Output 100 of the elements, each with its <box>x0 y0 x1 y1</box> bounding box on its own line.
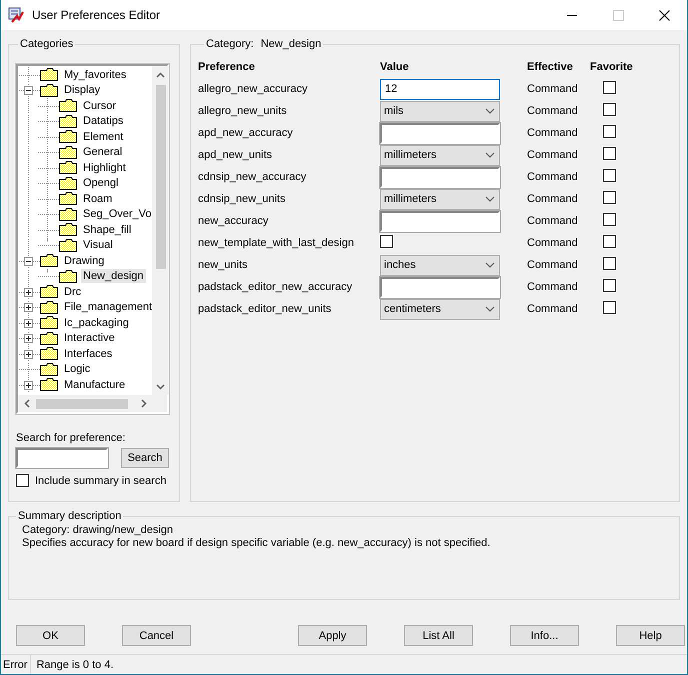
column-header: Effective <box>527 61 574 73</box>
arrow-right-icon[interactable] <box>140 399 146 408</box>
scrollbar-thumb[interactable] <box>36 398 128 408</box>
effective-value: Command <box>527 105 579 117</box>
folder-icon <box>40 378 58 392</box>
tree-item[interactable]: Display <box>62 83 102 98</box>
expand-icon[interactable] <box>24 350 33 359</box>
expand-icon[interactable] <box>24 288 33 297</box>
folder-icon <box>59 192 77 206</box>
tree-item[interactable]: Ic_packaging <box>62 316 131 330</box>
tree-item[interactable]: General <box>81 145 124 160</box>
tree-item[interactable]: Logic <box>62 362 92 376</box>
tree-item[interactable]: Interactive <box>62 331 117 346</box>
expand-icon[interactable] <box>24 303 33 312</box>
arrow-left-icon[interactable] <box>24 399 30 408</box>
preference-name: new_template_with_last_design <box>198 237 355 249</box>
text-field[interactable] <box>380 166 500 188</box>
collapse-icon[interactable] <box>24 256 33 266</box>
folder-icon <box>59 161 77 174</box>
preference-name: apd_new_accuracy <box>198 127 294 139</box>
category-name: New_design <box>260 38 322 50</box>
checkbox[interactable] <box>603 213 616 226</box>
effective-value: Command <box>527 259 579 271</box>
arrow-down-icon[interactable] <box>156 384 165 390</box>
folder-icon <box>40 332 58 345</box>
folder-icon <box>59 238 77 252</box>
dropdown[interactable]: millimeters <box>380 144 500 166</box>
checkbox[interactable] <box>603 279 616 292</box>
tree-item[interactable]: Drawing <box>62 254 106 268</box>
dialog-button[interactable]: Info... <box>510 625 579 646</box>
app-icon <box>8 7 24 23</box>
checkbox[interactable] <box>603 301 616 314</box>
tree-item[interactable]: New_design <box>81 269 146 284</box>
checkbox[interactable] <box>603 103 616 116</box>
summary-text: Specifies accuracy for new board if design specific variable (e.g. new_accuracy) is not specified. <box>22 537 492 550</box>
chevron-down-icon <box>485 152 495 158</box>
maximize-icon <box>612 10 624 20</box>
expand-icon[interactable] <box>24 318 33 328</box>
checkbox[interactable] <box>603 191 616 204</box>
folder-icon <box>40 84 58 97</box>
checkbox[interactable] <box>603 125 616 138</box>
text-field[interactable] <box>380 122 500 144</box>
expand-icon[interactable] <box>24 380 33 390</box>
dialog-button[interactable]: Help <box>616 625 685 646</box>
tree-item[interactable]: Drc <box>62 284 84 299</box>
text-field[interactable] <box>380 210 500 232</box>
dropdown[interactable]: mils <box>380 100 500 122</box>
dropdown[interactable]: inches <box>380 254 500 276</box>
preference-name: new_accuracy <box>198 215 270 227</box>
tree-item[interactable]: Opengl <box>81 176 120 190</box>
folder-icon <box>40 300 58 314</box>
text-field[interactable]: 12 <box>380 78 500 100</box>
preference-name: cdnsip_new_accuracy <box>198 171 308 183</box>
dropdown[interactable]: centimeters <box>380 298 500 320</box>
folder-icon <box>59 146 77 159</box>
tree-item[interactable]: File_management <box>62 300 152 314</box>
chevron-down-icon <box>485 196 495 202</box>
tree-item[interactable]: Highlight <box>81 160 128 175</box>
checkbox[interactable] <box>380 235 393 248</box>
effective-value: Command <box>527 193 579 205</box>
checkbox[interactable] <box>603 235 616 248</box>
tree-item[interactable]: My_favorites <box>62 68 128 82</box>
dialog-button[interactable]: Apply <box>298 625 367 646</box>
dialog-button[interactable]: OK <box>16 625 85 646</box>
tree-item[interactable]: Seg_Over_Voi <box>81 207 152 222</box>
tree-item[interactable]: Datatips <box>81 114 126 128</box>
effective-value: Command <box>527 171 579 183</box>
checkbox[interactable] <box>16 474 29 487</box>
checkbox[interactable] <box>603 81 616 94</box>
preference-name: padstack_editor_new_accuracy <box>198 281 354 293</box>
text-field[interactable] <box>380 276 500 298</box>
tree-item[interactable]: Interfaces <box>62 346 114 361</box>
tree-item[interactable]: Visual <box>81 238 115 252</box>
folder-icon <box>40 316 58 330</box>
arrow-up-icon[interactable] <box>156 72 165 78</box>
expand-icon[interactable] <box>24 334 33 344</box>
group-label: Category: <box>206 38 254 50</box>
scrollbar-thumb[interactable] <box>156 85 166 269</box>
folder-icon <box>40 68 58 82</box>
status-type: Error <box>1 655 32 674</box>
chevron-down-icon <box>485 108 495 114</box>
search-field[interactable] <box>16 448 108 468</box>
tree-item[interactable]: Shape_fill <box>81 222 134 237</box>
search-button[interactable]: Search <box>121 448 169 468</box>
checkbox[interactable] <box>603 257 616 270</box>
checkbox[interactable] <box>603 169 616 182</box>
tree-item[interactable]: Roam <box>81 192 114 206</box>
tree-item[interactable]: Manufacture <box>62 378 128 392</box>
dialog-button[interactable]: Cancel <box>122 625 191 646</box>
preference-name: apd_new_units <box>198 149 274 161</box>
tree-item[interactable]: Cursor <box>81 98 118 113</box>
collapse-icon[interactable] <box>24 86 33 96</box>
tree-item[interactable]: Element <box>81 130 126 144</box>
window-title: User Preferences Editor <box>32 8 162 22</box>
preference-name: cdnsip_new_units <box>198 193 286 205</box>
group-label: Categories <box>19 38 74 50</box>
checkbox[interactable] <box>603 147 616 160</box>
dialog-button[interactable]: List All <box>404 625 473 646</box>
folder-icon <box>59 208 77 221</box>
dropdown[interactable]: millimeters <box>380 188 500 210</box>
